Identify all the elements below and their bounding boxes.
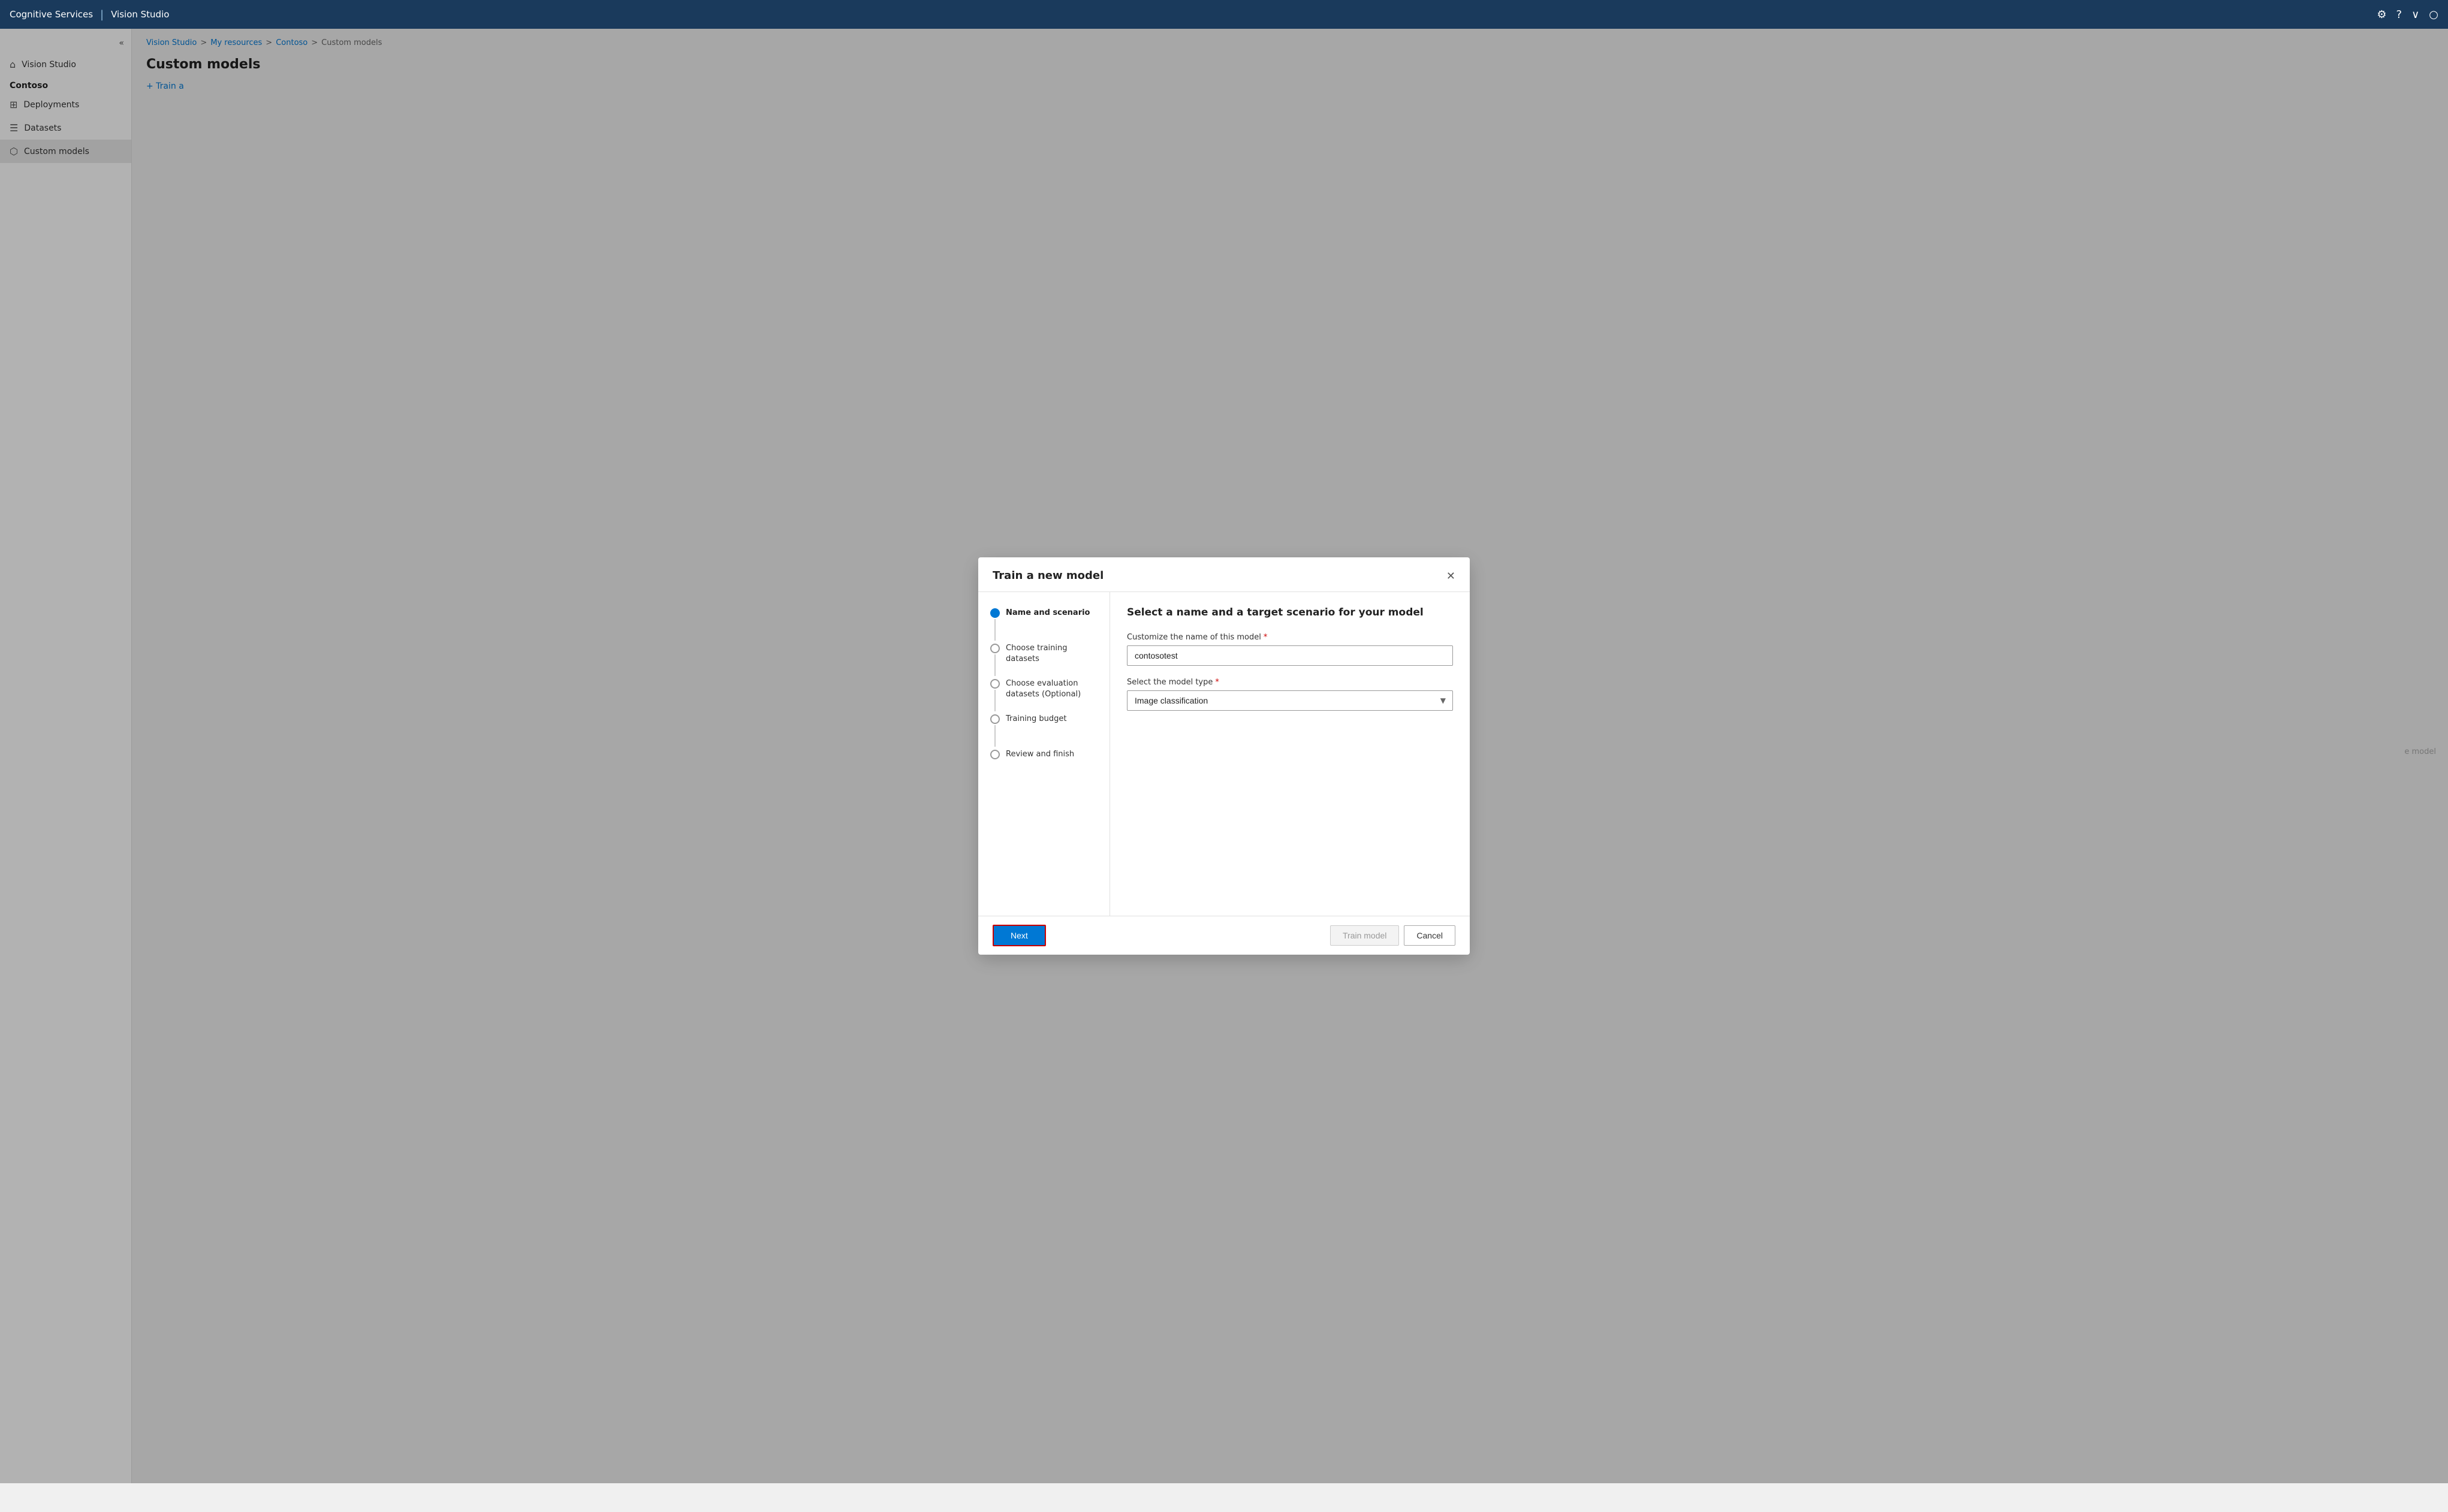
modal-title: Train a new model [993, 569, 1104, 582]
name-required-star: * [1264, 633, 1268, 642]
type-required-star: * [1215, 678, 1219, 687]
step-label-1: Name and scenario [1006, 606, 1090, 618]
product-name: Vision Studio [111, 9, 169, 20]
step-line-4 [994, 725, 996, 747]
wizard-steps: Name and scenario Choose training datase… [978, 592, 1110, 916]
modal-overlay: Train a new model ✕ Name and scenario [0, 29, 2448, 1483]
train-model-button: Train model [1330, 925, 1399, 946]
nav-divider: | [100, 8, 104, 21]
settings-icon[interactable]: ⚙ [2377, 8, 2386, 21]
wizard-section-title: Select a name and a target scenario for … [1127, 606, 1453, 618]
wizard-content: Select a name and a target scenario for … [1110, 592, 1470, 916]
model-type-select-wrapper: Image classification Object detection Pr… [1127, 690, 1453, 711]
step-label-5: Review and finish [1006, 748, 1074, 760]
modal-footer: Next Train model Cancel [978, 916, 1470, 955]
step-circle-3 [990, 679, 1000, 689]
brand-name: Cognitive Services [10, 9, 93, 20]
nav-icons-group: ⚙ ? ∨ ○ [2377, 8, 2438, 21]
model-name-label: Customize the name of this model * [1127, 633, 1453, 642]
step-line-2 [994, 654, 996, 676]
modal-close-button[interactable]: ✕ [1446, 571, 1455, 581]
model-type-field-group: Select the model type * Image classifica… [1127, 678, 1453, 711]
cancel-button[interactable]: Cancel [1404, 925, 1455, 946]
step-circle-2 [990, 644, 1000, 653]
model-name-field-group: Customize the name of this model * [1127, 633, 1453, 666]
modal-header: Train a new model ✕ [978, 557, 1470, 592]
model-name-input[interactable] [1127, 645, 1453, 666]
modal-body: Name and scenario Choose training datase… [978, 592, 1470, 916]
footer-right-actions: Train model Cancel [1330, 925, 1455, 946]
step-label-2: Choose training datasets [1006, 642, 1098, 665]
step-line-1 [994, 619, 996, 641]
model-type-select[interactable]: Image classification Object detection Pr… [1127, 690, 1453, 711]
step-circle-4 [990, 714, 1000, 724]
top-nav: Cognitive Services | Vision Studio ⚙ ? ∨… [0, 0, 2448, 29]
step-line-3 [994, 690, 996, 711]
model-type-label: Select the model type * [1127, 678, 1453, 687]
step-circle-5 [990, 750, 1000, 759]
train-model-modal: Train a new model ✕ Name and scenario [978, 557, 1470, 955]
step-circle-1 [990, 608, 1000, 618]
step-label-4: Training budget [1006, 713, 1067, 725]
chevron-down-icon[interactable]: ∨ [2411, 8, 2419, 21]
step-label-3: Choose evaluation datasets (Optional) [1006, 677, 1098, 700]
footer-left-actions: Next [993, 925, 1046, 946]
help-icon[interactable]: ? [2396, 8, 2402, 21]
nav-brand-group: Cognitive Services | Vision Studio [10, 8, 169, 21]
user-avatar[interactable]: ○ [2429, 8, 2438, 21]
next-button[interactable]: Next [993, 925, 1046, 946]
